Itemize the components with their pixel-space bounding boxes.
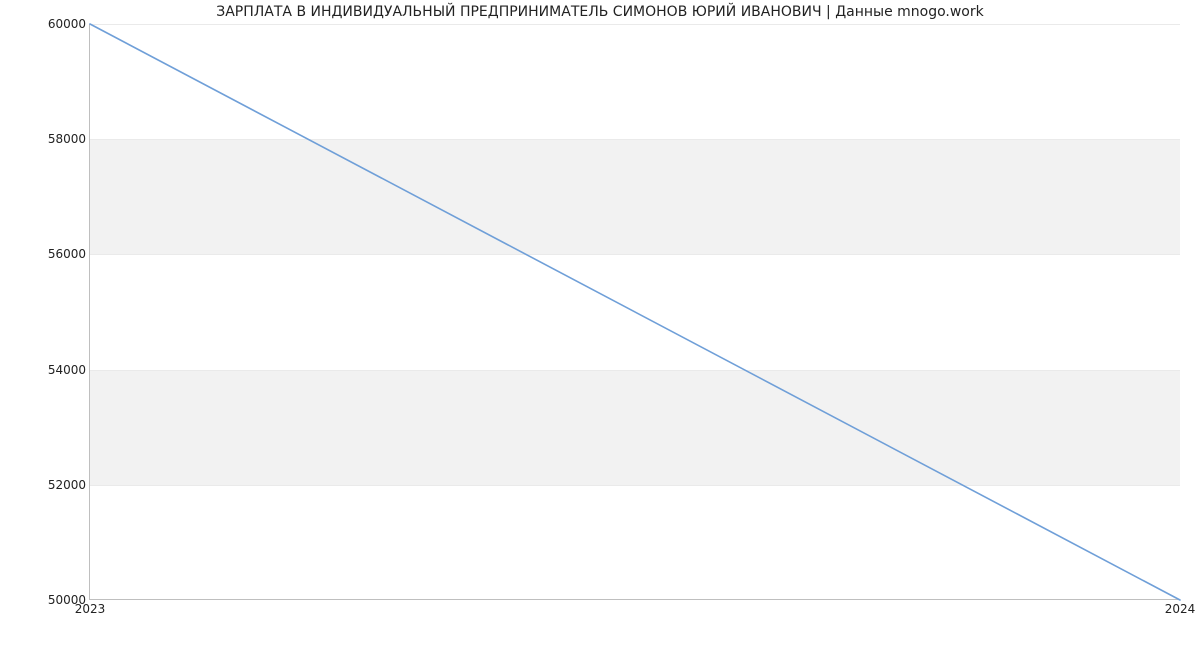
plot-area xyxy=(90,24,1180,600)
x-tick-label: 2023 xyxy=(75,602,106,616)
salary-line-chart: ЗАРПЛАТА В ИНДИВИДУАЛЬНЫЙ ПРЕДПРИНИМАТЕЛ… xyxy=(0,0,1200,650)
y-tick-label: 52000 xyxy=(6,478,86,492)
y-tick-label: 60000 xyxy=(6,17,86,31)
y-tick-label: 58000 xyxy=(6,132,86,146)
y-tick-label: 54000 xyxy=(6,363,86,377)
chart-title: ЗАРПЛАТА В ИНДИВИДУАЛЬНЫЙ ПРЕДПРИНИМАТЕЛ… xyxy=(0,4,1200,20)
y-tick-label: 56000 xyxy=(6,247,86,261)
data-line xyxy=(90,24,1180,600)
x-tick-label: 2024 xyxy=(1165,602,1196,616)
